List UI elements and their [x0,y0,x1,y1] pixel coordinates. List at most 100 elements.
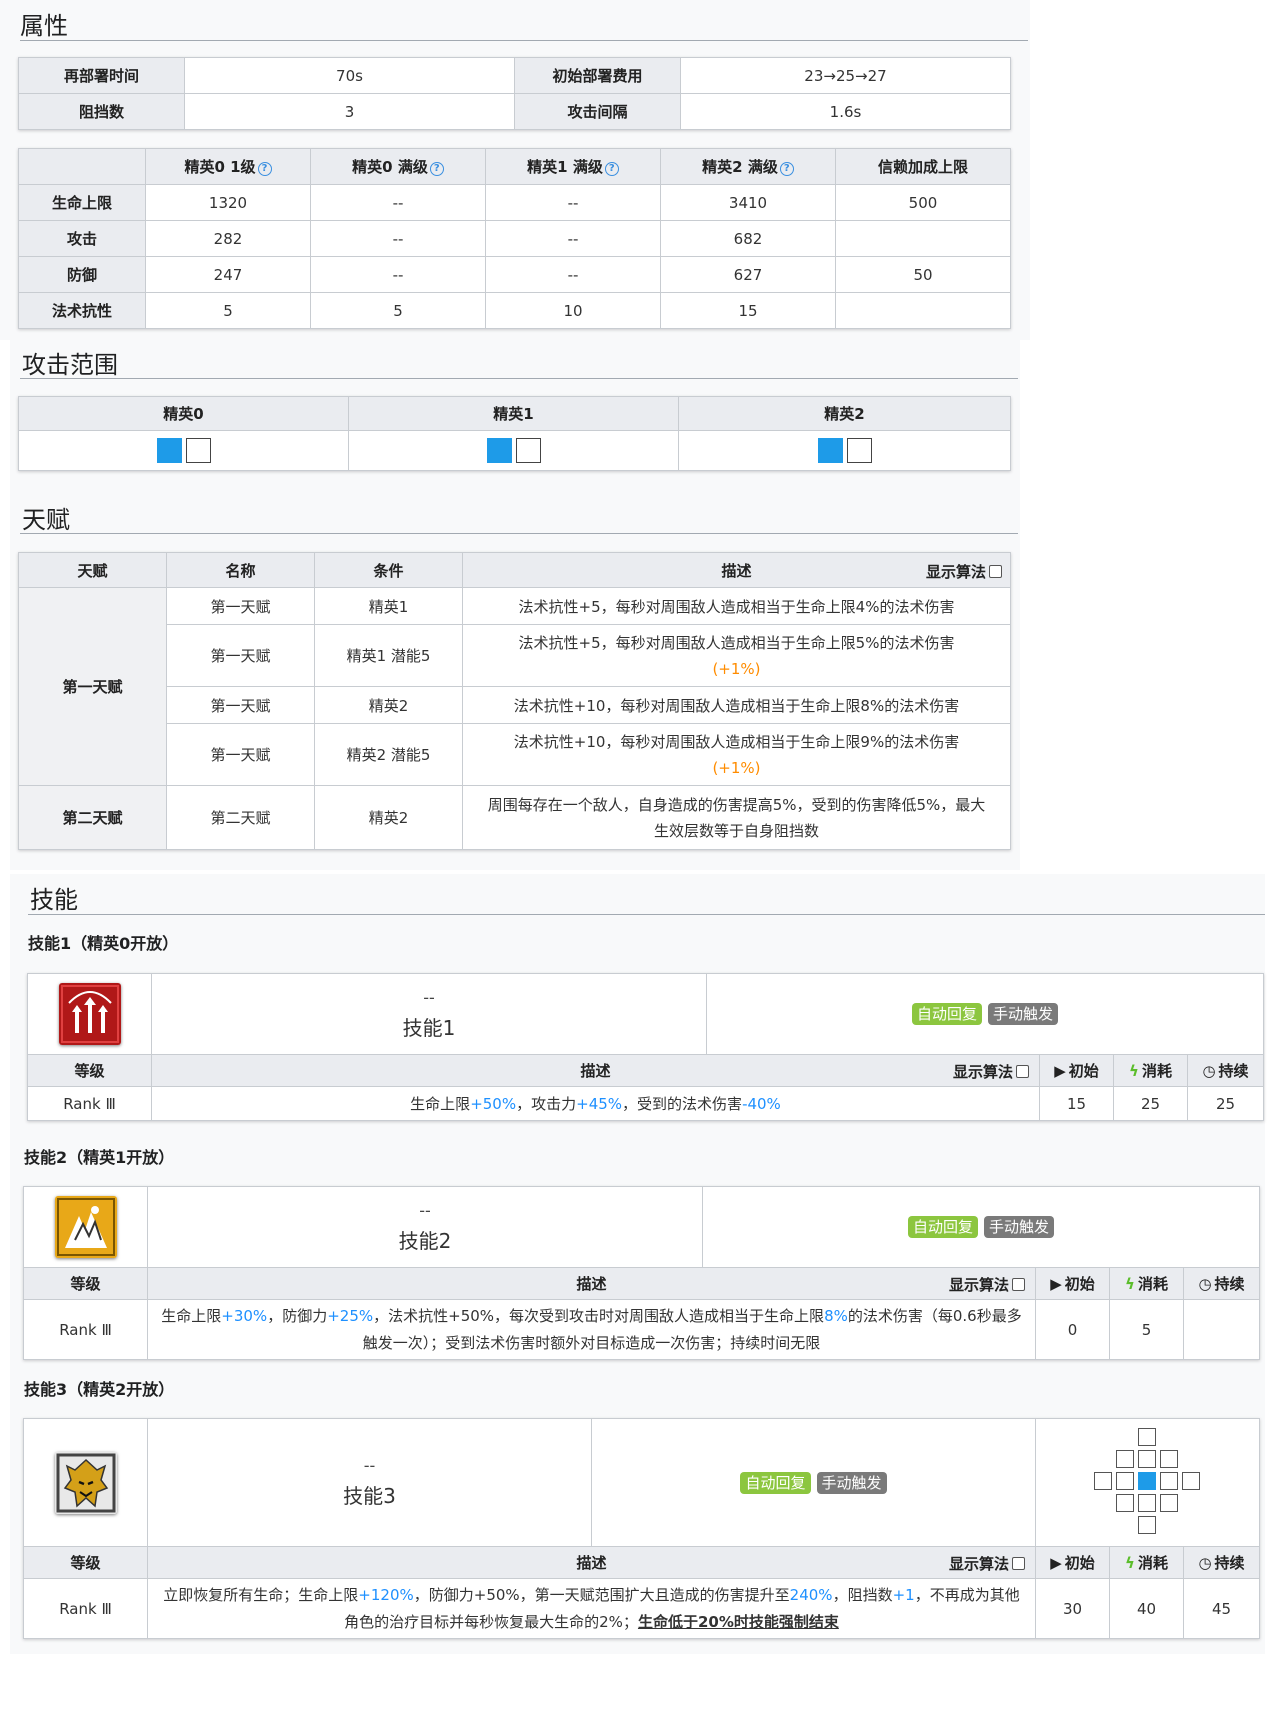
manual-trigger-tag: 手动触发 [816,1471,887,1494]
skill2-icon [54,1196,117,1258]
skill2-title: 技能2（精英1开放） [24,1148,175,1167]
formula-toggle[interactable]: 显示算法 [953,1061,1029,1082]
formula-toggle[interactable]: 显示算法 [949,1553,1025,1574]
attribute-table: 再部署时间 70s 初始部署费用 23→25→27 阻挡数 3 攻击间隔 1.6… [18,57,1011,130]
desc-header: 描述 显示算法 [147,1267,1036,1300]
interval-label: 攻击间隔 [514,93,681,130]
range-header: 精英2 [678,396,1011,431]
block-label: 阻挡数 [18,93,185,130]
range-cell-self [156,438,182,463]
talent-name: 第一天赋 [166,624,315,687]
skill1-icon [58,983,121,1045]
skill-rank: Rank Ⅲ [23,1299,148,1360]
talent-name: 第一天赋 [166,686,315,724]
skill-init: 30 [1035,1578,1110,1639]
skill-icon-cell [23,1186,148,1268]
init-header: ▶ 初始 [1039,1054,1114,1087]
trust-value [835,292,1011,329]
skill1-title: 技能1（精英0开放） [28,934,179,953]
skill2-table: -- 技能2 自动回复 手动触发 等级 描述 显示算法 ▶ 初始 ϟ 消耗 ◷ 持续 Ra… [23,1186,1261,1360]
range-grid [348,430,679,471]
stat-label: 防御 [18,256,146,293]
talent-desc: 法术抗性+10，每秒对周围敌人造成相当于生命上限9%的法术伤害 (+1%) [462,723,1011,786]
talent-group: 第二天赋 [18,785,167,850]
stats-corner [18,148,146,185]
formula-toggle[interactable]: 显示算法 [926,561,1002,582]
stat-value: 247 [145,256,311,293]
stat-value: 10 [485,292,661,329]
redeploy-label: 再部署时间 [18,57,185,94]
play-icon: ▶ [1050,1275,1062,1293]
range-cell-self [1137,1471,1156,1490]
stat-value: 282 [145,220,311,257]
stat-value: 682 [660,220,836,257]
talent-name: 第二天赋 [166,785,315,850]
help-icon[interactable]: ? [429,162,444,176]
help-icon[interactable]: ? [779,162,794,176]
stat-value: -- [310,256,486,293]
range-table: 精英0 精英1 精英2 [18,396,1011,471]
stat-value: 627 [660,256,836,293]
range-cell [1137,1493,1156,1512]
skill3-title: 技能3（精英2开放） [24,1380,175,1399]
range-header: 精英1 [348,396,679,431]
formula-checkbox[interactable] [989,565,1002,578]
range-cell [1115,1449,1134,1468]
skill3-range-grid [1035,1418,1260,1547]
auto-recovery-tag: 自动回复 [912,1003,983,1025]
formula-checkbox[interactable] [1012,1557,1025,1570]
skill3-desc: 立即恢复所有生命；生命上限+120%，防御力+50%，第一天赋范围扩大且造成的伤… [147,1578,1036,1639]
range-cell [1159,1493,1178,1512]
skill-cost: 25 [1113,1086,1188,1121]
range-cell [1159,1471,1178,1490]
range-cell-self [817,438,843,463]
skill-tags: 自动回复 手动触发 [591,1418,1036,1547]
play-icon: ▶ [1050,1554,1062,1572]
cost-value: 23→25→27 [680,57,1011,94]
divider [20,378,1018,379]
section-title-skills: 技能 [30,886,78,914]
range-cell [515,438,541,463]
range-cell [1093,1471,1112,1490]
range-cell [185,438,211,463]
formula-checkbox[interactable] [1016,1065,1029,1078]
clock-icon: ◷ [1198,1554,1212,1572]
skill1-desc: 生命上限+50%，攻击力+45%，受到的法术伤害-40% [151,1086,1040,1121]
help-icon[interactable]: ? [257,162,272,176]
stat-value: 5 [310,292,486,329]
talent-desc: 法术抗性+5，每秒对周围敌人造成相当于生命上限5%的法术伤害 (+1%) [462,624,1011,687]
range-cell [1137,1515,1156,1534]
cost-label: 初始部署费用 [514,57,681,94]
talent-name: 第一天赋 [166,723,315,786]
stat-value: -- [485,256,661,293]
talent-header: 名称 [166,552,315,588]
formula-toggle[interactable]: 显示算法 [949,1274,1025,1295]
formula-checkbox[interactable] [1012,1278,1025,1291]
divider [20,533,1018,534]
skill-init: 0 [1035,1299,1110,1360]
stats-table: 精英0 1级? 精英0 满级? 精英1 满级? 精英2 满级? 信赖加成上限 生… [18,148,1011,329]
divider [20,40,1028,41]
skill-duration: 25 [1186,1086,1265,1121]
talent-name: 第一天赋 [166,587,315,625]
range-diagram [1093,1427,1203,1538]
stats-header: 精英0 1级? [145,148,311,185]
trust-value [835,220,1011,257]
range-header: 精英0 [18,396,349,431]
skill-name-cell: -- 技能3 [147,1418,592,1547]
skill-name-cell: -- 技能1 [151,973,707,1055]
skill3-name: 技能3 [343,1484,396,1508]
level-header: 等级 [27,1054,152,1087]
trust-value: 500 [835,184,1011,221]
range-cell [1137,1427,1156,1446]
desc-header: 描述 [721,561,752,580]
stat-value: 1320 [145,184,311,221]
skill1-name: 技能1 [402,1015,456,1040]
stat-value: -- [485,184,661,221]
help-icon[interactable]: ? [604,162,619,176]
stat-value: -- [485,220,661,257]
bolt-icon: ϟ [1129,1062,1139,1080]
block-value: 3 [184,93,515,130]
duration-header: ◷ 持续 [1182,1267,1261,1300]
talent-header: 条件 [314,552,463,588]
